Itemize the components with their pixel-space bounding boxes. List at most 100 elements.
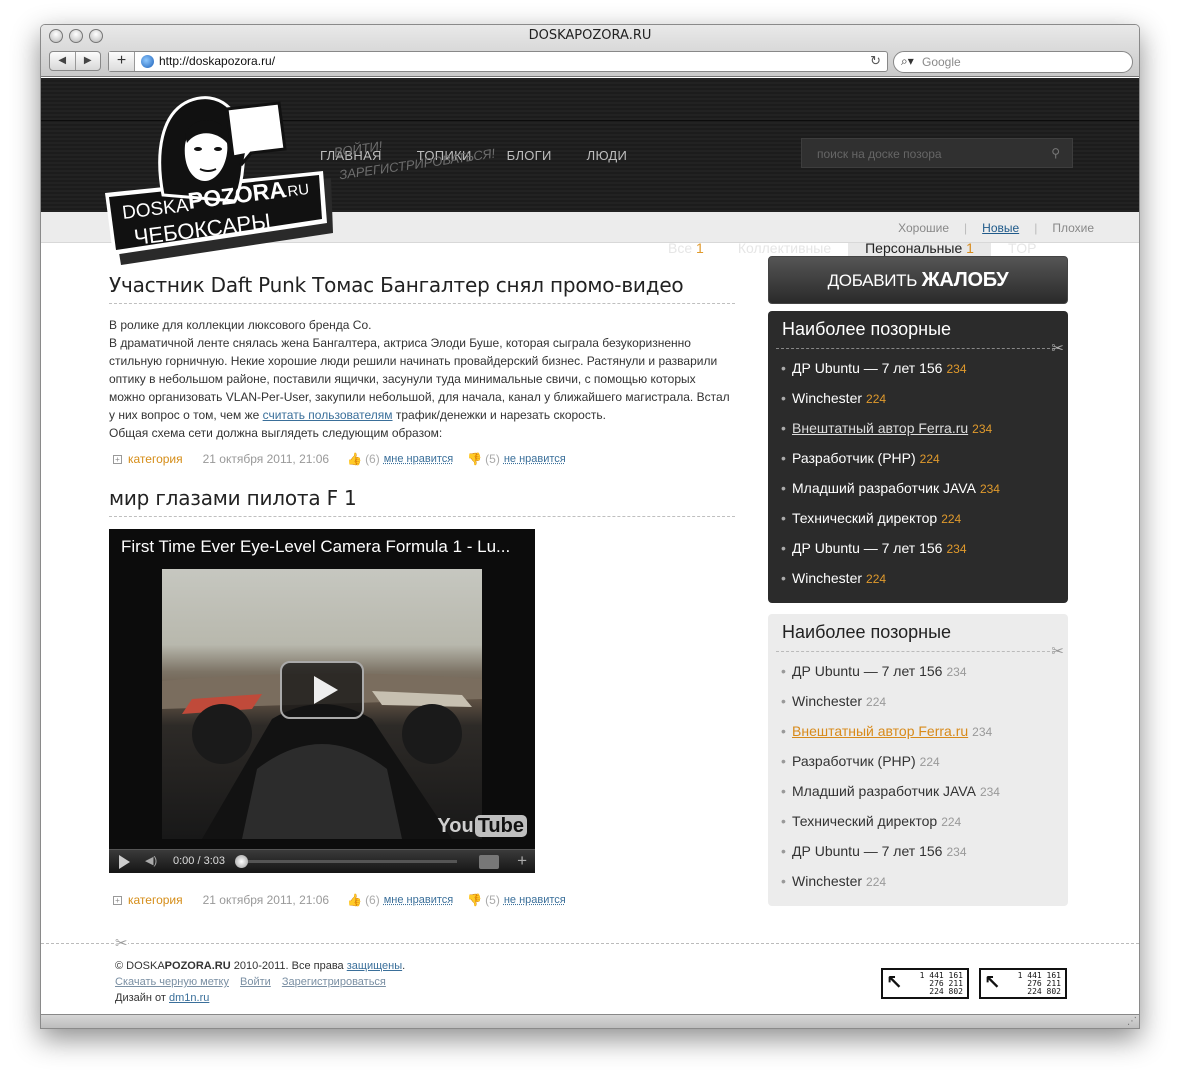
top-shameful-box: Наиболее позорные✂ ДР Ubuntu — 7 лет 156… xyxy=(768,311,1068,603)
post-category[interactable]: категория xyxy=(128,893,183,907)
list-item[interactable]: Winchester224 xyxy=(776,563,1060,593)
top-shameful-box: Наиболее позорные✂ ДР Ubuntu — 7 лет 156… xyxy=(768,614,1068,906)
seek-handle[interactable] xyxy=(235,855,248,868)
list-item[interactable]: Младший разработчик JAVA234 xyxy=(776,776,1060,806)
browser-window: DOSKAPOZORA.RU ◀ ▶ + http://doskapozora.… xyxy=(40,24,1140,1029)
thumb-down-icon[interactable]: 👎 xyxy=(467,893,482,907)
list-item[interactable]: ДР Ubuntu — 7 лет 156234 xyxy=(776,533,1060,563)
list-item[interactable]: ДР Ubuntu — 7 лет 156234 xyxy=(776,656,1060,686)
footer-links: Скачать черную метку Войти Зарегистриров… xyxy=(115,974,405,990)
like-link[interactable]: мне нравится xyxy=(384,453,453,465)
footer-link-download[interactable]: Скачать черную метку xyxy=(115,976,229,988)
list-item[interactable]: Разработчик (PHP)224 xyxy=(776,443,1060,473)
post-body: В ролике для коллекции люксового бренда … xyxy=(109,316,735,442)
list-item[interactable]: Внештатный автор Ferra.ru234 xyxy=(776,716,1060,746)
plus-icon[interactable]: + xyxy=(113,895,122,905)
forward-button[interactable]: ▶ xyxy=(76,52,101,70)
like-count: (6) xyxy=(365,893,380,907)
globe-icon xyxy=(141,55,154,68)
list-item[interactable]: Разработчик (PHP)224 xyxy=(776,746,1060,776)
rights-link[interactable]: защищены xyxy=(347,960,402,972)
back-button[interactable]: ◀ xyxy=(50,52,76,70)
video-player[interactable]: First Time Ever Eye-Level Camera Formula… xyxy=(109,529,535,873)
site-search-input[interactable]: поиск на доске позора ⚲ xyxy=(801,138,1073,168)
url-text[interactable]: http://doskapozora.ru/ xyxy=(159,54,275,68)
list-item[interactable]: ДР Ubuntu — 7 лет 156234 xyxy=(776,353,1060,383)
post-date: 21 октября 2011, 21:06 xyxy=(202,452,330,466)
post-title[interactable]: Участник Daft Punk Томас Бангалтер снял … xyxy=(109,273,735,304)
address-bar[interactable]: + http://doskapozora.ru/ ↻ xyxy=(108,51,888,72)
video-controls: ◀) 0:00 / 3:03 + xyxy=(109,849,535,873)
list-item[interactable]: Внештатный автор Ferra.ru234 xyxy=(776,413,1060,443)
browser-search-field[interactable]: ⌕▾ Google xyxy=(893,51,1133,73)
like-link[interactable]: мне нравится xyxy=(384,894,453,906)
post-date: 21 октября 2011, 21:06 xyxy=(202,893,330,907)
designer-link[interactable]: dm1n.ru xyxy=(169,992,209,1004)
sidebar: ДОБАВИТЬ ЖАЛОБУ Наиболее позорные✂ ДР Ub… xyxy=(768,256,1068,906)
post-meta: + категория 21 октября 2011, 21:06 👍 (6)… xyxy=(113,450,735,468)
plus-icon[interactable]: + xyxy=(517,851,527,871)
thumb-up-icon[interactable]: 👍 xyxy=(347,893,362,907)
play-icon[interactable] xyxy=(280,661,364,719)
post: Участник Daft Punk Томас Бангалтер снял … xyxy=(109,273,735,468)
dislike-count: (5) xyxy=(485,893,500,907)
resize-grip-icon[interactable]: ⋰ xyxy=(1127,1016,1137,1027)
visit-counter[interactable]: ↖ 1 441 161 276 211 224 802 xyxy=(979,968,1067,999)
post-category[interactable]: категория xyxy=(128,452,183,466)
thumb-down-icon[interactable]: 👎 xyxy=(467,452,482,466)
subnav-bad[interactable]: Плохие xyxy=(1052,221,1094,235)
counter-arrow-icon: ↖ xyxy=(984,972,1001,994)
add-bookmark-button[interactable]: + xyxy=(109,52,135,71)
post-inline-link[interactable]: считать пользователям xyxy=(263,408,393,422)
play-icon[interactable] xyxy=(119,855,130,869)
browser-search-placeholder: Google xyxy=(922,55,961,69)
list-item[interactable]: ДР Ubuntu — 7 лет 156234 xyxy=(776,836,1060,866)
footer-text: © DOSKAPOZORA.RU 2010-2011. Все права за… xyxy=(115,958,405,1006)
subnav-separator: | xyxy=(964,221,968,235)
video-thumbnail[interactable] xyxy=(162,569,482,839)
post-paragraph: В драматичной ленте снялась жена Бангалт… xyxy=(109,336,730,422)
copyright: © DOSKAPOZORA.RU 2010-2011. Все права за… xyxy=(115,960,406,972)
search-icon: ⌕▾ xyxy=(901,54,914,68)
list-item[interactable]: Младший разработчик JAVA234 xyxy=(776,473,1060,503)
post-meta: + категория 21 октября 2011, 21:06 👍 (6)… xyxy=(113,891,735,909)
list-item[interactable]: Winchester224 xyxy=(776,866,1060,896)
site-footer: ✂ © DOSKAPOZORA.RU 2010-2011. Все права … xyxy=(41,934,1139,1013)
post: мир глазами пилота F 1 First Time Ever E… xyxy=(109,486,735,909)
footer-link-login[interactable]: Войти xyxy=(240,976,271,988)
window-title: DOSKAPOZORA.RU xyxy=(528,28,652,43)
design-credit: Дизайн от dm1n.ru xyxy=(115,992,210,1004)
site-search-placeholder: поиск на доске позора xyxy=(817,147,942,161)
add-complaint-button[interactable]: ДОБАВИТЬ ЖАЛОБУ xyxy=(768,256,1068,304)
plus-icon[interactable]: + xyxy=(113,454,122,464)
dislike-link[interactable]: не нравится xyxy=(504,453,566,465)
dislike-link[interactable]: не нравится xyxy=(504,894,566,906)
seek-bar[interactable] xyxy=(243,860,457,863)
main-content: Участник Daft Punk Томас Бангалтер снял … xyxy=(109,273,735,909)
list-item[interactable]: Технический директор224 xyxy=(776,806,1060,836)
volume-icon[interactable]: ◀) xyxy=(145,854,157,867)
counter-arrow-icon: ↖ xyxy=(886,972,903,994)
footer-link-register[interactable]: Зарегистрироваться xyxy=(282,976,386,988)
list-item[interactable]: Технический директор224 xyxy=(776,503,1060,533)
box-title: Наиболее позорные ✂ xyxy=(776,319,1064,357)
nav-item-blogs[interactable]: БЛОГИ xyxy=(507,148,552,163)
visit-counter[interactable]: ↖ 1 441 161 276 211 224 802 xyxy=(881,968,969,999)
post-title[interactable]: мир глазами пилота F 1 xyxy=(109,486,735,517)
site-logo[interactable]: DOSKA POZORA .RU ЧЕБОКСАРЫ xyxy=(101,83,341,273)
list-item[interactable]: Winchester224 xyxy=(776,383,1060,413)
list-item[interactable]: Winchester224 xyxy=(776,686,1060,716)
subnav-good[interactable]: Хорошие xyxy=(898,221,949,235)
dislike-count: (5) xyxy=(485,452,500,466)
browser-statusbar: ⋰ xyxy=(41,1014,1139,1028)
subnav-new[interactable]: Новые xyxy=(982,221,1019,235)
box-title: Наиболее позорные ✂ xyxy=(776,622,1064,660)
subnav-separator: | xyxy=(1034,221,1038,235)
nav-item-people[interactable]: ЛЮДИ xyxy=(587,148,627,163)
search-icon[interactable]: ⚲ xyxy=(1051,146,1060,160)
video-title[interactable]: First Time Ever Eye-Level Camera Formula… xyxy=(121,537,510,557)
reload-icon[interactable]: ↻ xyxy=(870,53,881,69)
youtube-logo[interactable]: You Tube xyxy=(437,815,527,838)
thumb-up-icon[interactable]: 👍 xyxy=(347,452,362,466)
expand-icon[interactable] xyxy=(479,855,499,869)
